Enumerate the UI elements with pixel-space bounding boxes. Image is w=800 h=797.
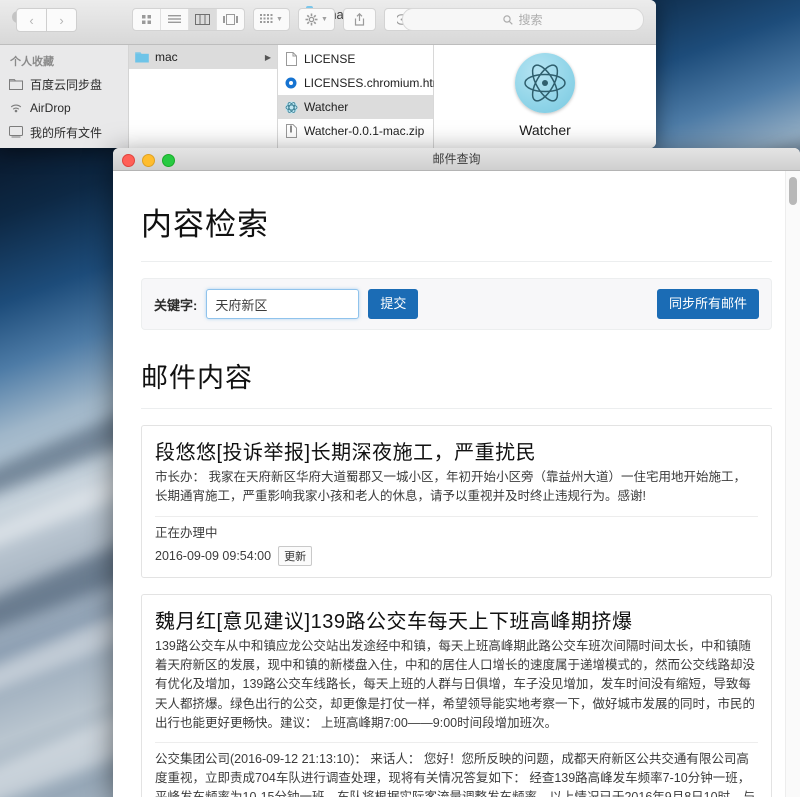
sidebar-item-label: 百度云同步盘 xyxy=(30,77,103,92)
finder-file-label: Watcher-0.0.1-mac.zip xyxy=(304,124,425,138)
finder-window[interactable]: mac ‹ › ▼ ▼ 搜索 个人收藏 百度云同步盘 AirDrop 我的所有文… xyxy=(0,0,656,148)
finder-column-item-label: mac xyxy=(155,50,178,64)
forward-button[interactable]: › xyxy=(47,8,77,32)
sidebar-item-baidu-sync[interactable]: 百度云同步盘 xyxy=(0,72,128,96)
back-button[interactable]: ‹ xyxy=(16,8,47,32)
finder-file-label: LICENSE xyxy=(304,52,356,66)
mail-query-app-window[interactable]: 邮件查询 内容检索 关键字: 提交 同步所有邮件 邮件内容 段悠悠[投诉举报]长… xyxy=(113,148,800,797)
mail-divider xyxy=(155,742,758,744)
sidebar-item-label: AirDrop xyxy=(30,101,71,115)
app-window-title: 邮件查询 xyxy=(432,152,481,166)
app-maximize-button[interactable] xyxy=(162,154,175,167)
folder-icon xyxy=(135,49,149,65)
mail-title: 魏月红[意见建议]139路公交车每天上下班高峰期挤爆 xyxy=(155,610,633,633)
sidebar-item-label: 我的所有文件 xyxy=(30,125,103,140)
app-traffic-lights[interactable] xyxy=(122,154,175,167)
finder-preview-pane: Watcher xyxy=(434,45,656,148)
all-files-icon xyxy=(8,124,24,140)
sidebar-favorites-header: 个人收藏 xyxy=(10,56,54,68)
finder-search-placeholder: 搜索 xyxy=(518,13,543,27)
finder-file-label: Watcher xyxy=(304,100,349,114)
finder-column-item-mac[interactable]: mac ▶ xyxy=(129,45,277,69)
mail-card[interactable]: 段悠悠[投诉举报]长期深夜施工，严重扰民 市长办： 我家在天府新区华府大道蜀郡又… xyxy=(141,425,772,578)
finder-column-one[interactable]: mac ▶ xyxy=(129,45,278,148)
mail-status: 公交集团公司(2016-09-12 21:13:10)： 来话人： 您好！您所反… xyxy=(155,752,756,797)
electron-app-icon xyxy=(515,53,575,113)
app-close-button[interactable] xyxy=(122,154,135,167)
app-content: 内容检索 关键字: 提交 同步所有邮件 邮件内容 段悠悠[投诉举报]长期深夜施工… xyxy=(113,171,800,797)
airdrop-icon xyxy=(8,100,24,116)
column-view-icon[interactable] xyxy=(189,9,217,30)
page-title: 内容检索 xyxy=(141,199,772,262)
blank-document-icon xyxy=(284,51,298,67)
keyword-label: 关键字: xyxy=(154,297,198,313)
finder-preview-filename: Watcher xyxy=(519,122,571,138)
submit-button[interactable]: 提交 xyxy=(368,289,419,319)
finder-sidebar[interactable]: 个人收藏 百度云同步盘 AirDrop 我的所有文件 xyxy=(0,45,129,148)
mail-footer: 2016-09-09 09:54:00 更新 xyxy=(155,545,758,566)
search-form[interactable]: 关键字: 提交 同步所有邮件 xyxy=(141,278,772,330)
finder-body: 个人收藏 百度云同步盘 AirDrop 我的所有文件 mac ▶ LICENSE… xyxy=(0,45,656,148)
chevron-right-icon: ▶ xyxy=(264,52,271,62)
finder-toolbar[interactable]: ▼ ▼ xyxy=(132,8,428,31)
update-button[interactable]: 更新 xyxy=(278,545,313,566)
mail-divider xyxy=(155,515,758,517)
finder-file-watcher-zip[interactable]: Watcher-0.0.1-mac.zip xyxy=(278,119,433,143)
chevron-down-icon: ▼ xyxy=(276,16,283,23)
finder-search-input[interactable]: 搜索 xyxy=(402,8,644,31)
sidebar-item-icloud-drive[interactable]: iCloud Drive xyxy=(0,144,128,148)
sidebar-item-airdrop[interactable]: AirDrop xyxy=(0,96,128,120)
app-minimize-button[interactable] xyxy=(142,154,155,167)
share-button[interactable] xyxy=(342,8,376,31)
finder-file-label: LICENSES.chromium.html xyxy=(304,76,446,90)
finder-titlebar[interactable]: mac ‹ › ▼ ▼ 搜索 xyxy=(0,0,656,45)
results-section-title: 邮件内容 xyxy=(141,356,772,409)
electron-app-icon xyxy=(284,99,298,115)
mail-timestamp: 2016-09-09 09:54:00 xyxy=(155,548,272,563)
sidebar-item-all-files[interactable]: 我的所有文件 xyxy=(0,120,128,144)
finder-file-watcher[interactable]: Watcher xyxy=(278,95,433,119)
view-mode-group[interactable] xyxy=(132,8,245,31)
mail-card[interactable]: 魏月红[意见建议]139路公交车每天上下班高峰期挤爆 139路公交车从中和镇应龙… xyxy=(141,593,772,797)
html-file-icon xyxy=(284,75,298,91)
mail-body: 139路公交车从中和镇应龙公交站出发途经中和镇，每天上班高峰期此路公交车班次间隔… xyxy=(155,638,756,731)
finder-nav-buttons[interactable]: ‹ › xyxy=(16,8,77,32)
app-scrollbar[interactable] xyxy=(785,171,800,797)
search-icon xyxy=(503,14,514,25)
action-menu-button[interactable]: ▼ xyxy=(297,8,335,31)
app-titlebar[interactable]: 邮件查询 xyxy=(113,148,800,171)
app-scroll-area: 内容检索 关键字: 提交 同步所有邮件 邮件内容 段悠悠[投诉举报]长期深夜施工… xyxy=(113,171,800,797)
sync-all-mail-button[interactable]: 同步所有邮件 xyxy=(656,289,759,319)
mail-title: 段悠悠[投诉举报]长期深夜施工，严重扰民 xyxy=(155,442,537,464)
finder-file-license[interactable]: LICENSE xyxy=(278,47,433,71)
zip-file-icon xyxy=(284,123,298,139)
icon-view-icon[interactable] xyxy=(133,9,161,30)
app-scrollbar-thumb[interactable] xyxy=(789,177,797,205)
list-view-icon[interactable] xyxy=(161,9,189,30)
gallery-view-icon[interactable] xyxy=(217,9,244,30)
chevron-down-icon: ▼ xyxy=(320,16,328,23)
finder-file-licenses-chromium[interactable]: LICENSES.chromium.html xyxy=(278,71,445,95)
arrange-button[interactable]: ▼ xyxy=(253,8,290,31)
folder-icon xyxy=(8,76,24,92)
mail-body: 市长办： 我家在天府新区华府大道蜀郡又一城小区，年初开始小区旁（靠益州大道）一住… xyxy=(155,470,746,504)
finder-column-two[interactable]: LICENSE LICENSES.chromium.html Watcher W… xyxy=(278,45,445,148)
mail-status: 正在办理中 xyxy=(155,525,218,540)
keyword-input[interactable] xyxy=(206,289,360,319)
